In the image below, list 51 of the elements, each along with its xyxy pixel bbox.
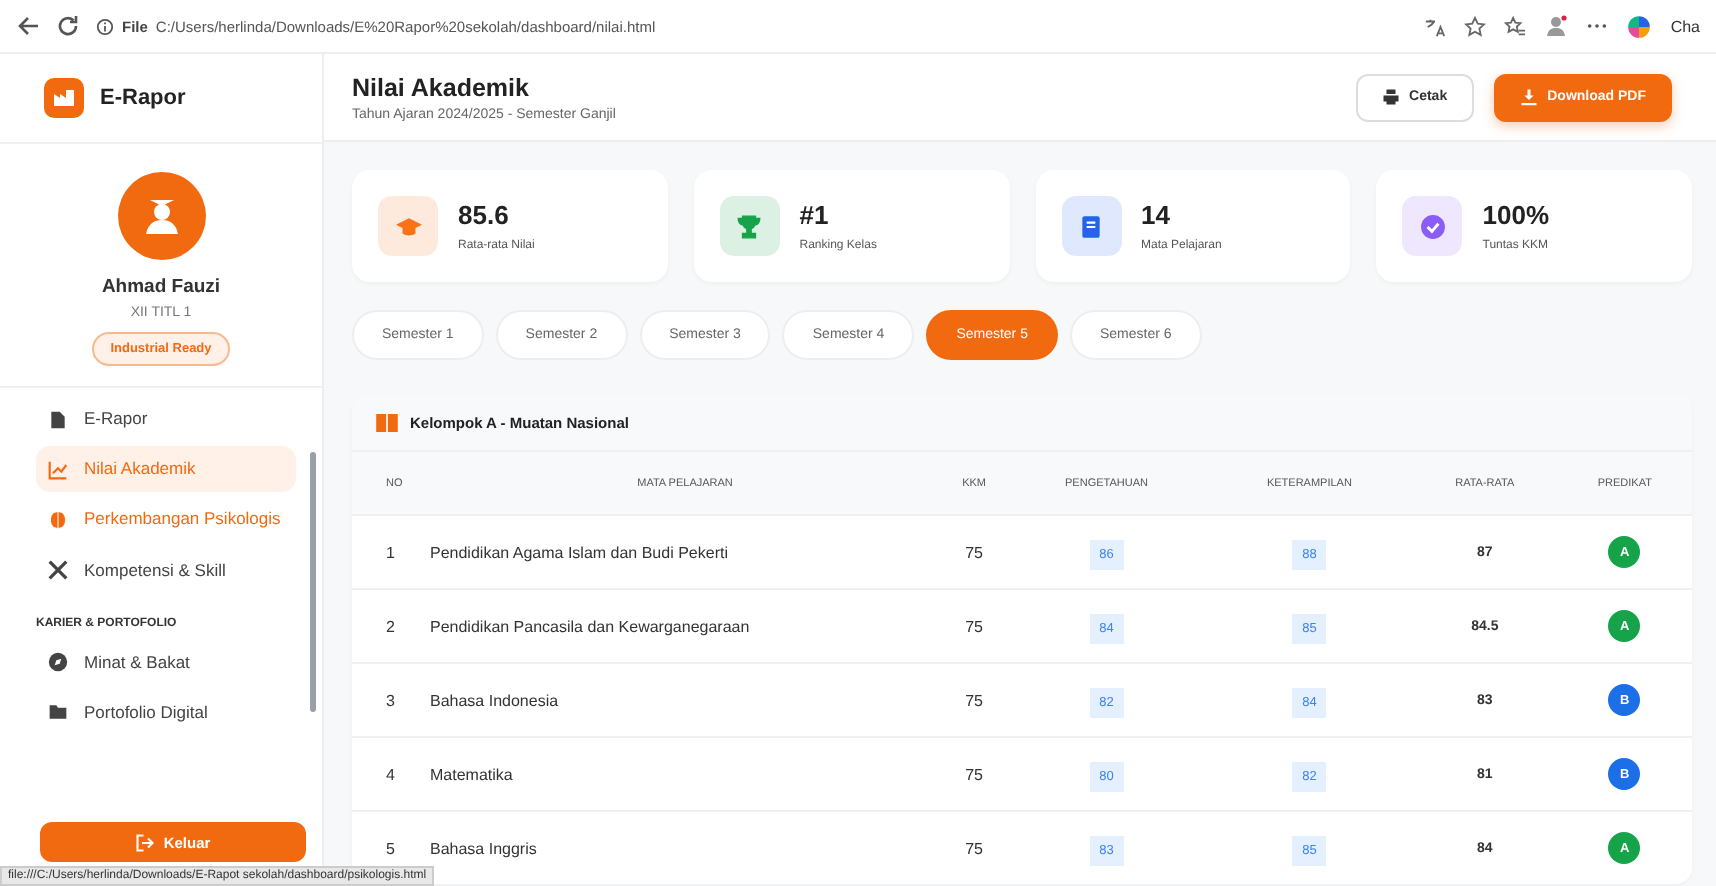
brand-name: E-Rapor (100, 86, 186, 110)
printer-icon (1381, 88, 1400, 106)
nav-item[interactable]: Kompetensi & Skill (36, 547, 296, 594)
table-cell: Pendidikan Pancasila dan Kewarganegaraan (428, 589, 942, 663)
book-icon (376, 413, 398, 431)
folder-icon (48, 702, 68, 723)
student-name: Ahmad Fauzi (101, 276, 221, 298)
tools-icon (48, 560, 68, 581)
table-cell: 75 (942, 515, 1007, 589)
back-icon[interactable] (16, 14, 40, 38)
table-cell: 4 (352, 737, 428, 811)
factory-logo-icon (44, 78, 84, 118)
table-cell: 3 (352, 663, 428, 737)
nav-item[interactable]: Minat & Bakat (36, 639, 296, 686)
table-cell: Matematika (428, 737, 942, 811)
table-cell: 75 (942, 811, 1007, 884)
table-cell: 2 (352, 589, 428, 663)
info-icon (96, 17, 114, 35)
table-cell: 1 (352, 515, 428, 589)
graduation-cap-icon (395, 213, 421, 239)
table-cell: 75 (942, 589, 1007, 663)
copilot-icon[interactable] (1626, 13, 1653, 39)
scrollbar[interactable] (310, 452, 316, 712)
stat-value: #1 (799, 200, 831, 230)
avatar-icon (117, 172, 205, 260)
profile-label[interactable]: Cha (1670, 17, 1700, 35)
more-icon[interactable] (1586, 22, 1609, 30)
check-circle-icon (1419, 213, 1446, 239)
document-icon (48, 409, 68, 430)
profile-icon[interactable] (1544, 14, 1569, 38)
translate-icon[interactable] (1424, 15, 1447, 37)
compass-icon (48, 652, 68, 673)
brain-icon (48, 509, 68, 530)
reload-icon[interactable] (56, 14, 80, 38)
book-icon (1078, 213, 1104, 239)
star-icon[interactable] (1464, 15, 1487, 37)
logout-icon (135, 833, 154, 851)
table-cell: Bahasa Indonesia (428, 663, 942, 737)
nav-item[interactable]: E-Rapor (36, 396, 296, 443)
stat-value: 14 (1141, 200, 1172, 230)
table-cell: 75 (942, 737, 1007, 811)
page-title: Nilai Akademik (352, 73, 531, 101)
table-cell: Pendidikan Agama Islam dan Budi Pekerti (428, 515, 942, 589)
stat-value: 85.6 (458, 200, 511, 230)
nav-item[interactable]: Portofolio Digital (36, 689, 296, 737)
favorites-icon[interactable] (1504, 15, 1527, 37)
trophy-icon (736, 213, 763, 239)
stat-value: 100% (1482, 200, 1549, 230)
table-cell: 75 (942, 663, 1007, 737)
line-chart-icon (48, 459, 68, 480)
download-icon (1519, 88, 1538, 106)
